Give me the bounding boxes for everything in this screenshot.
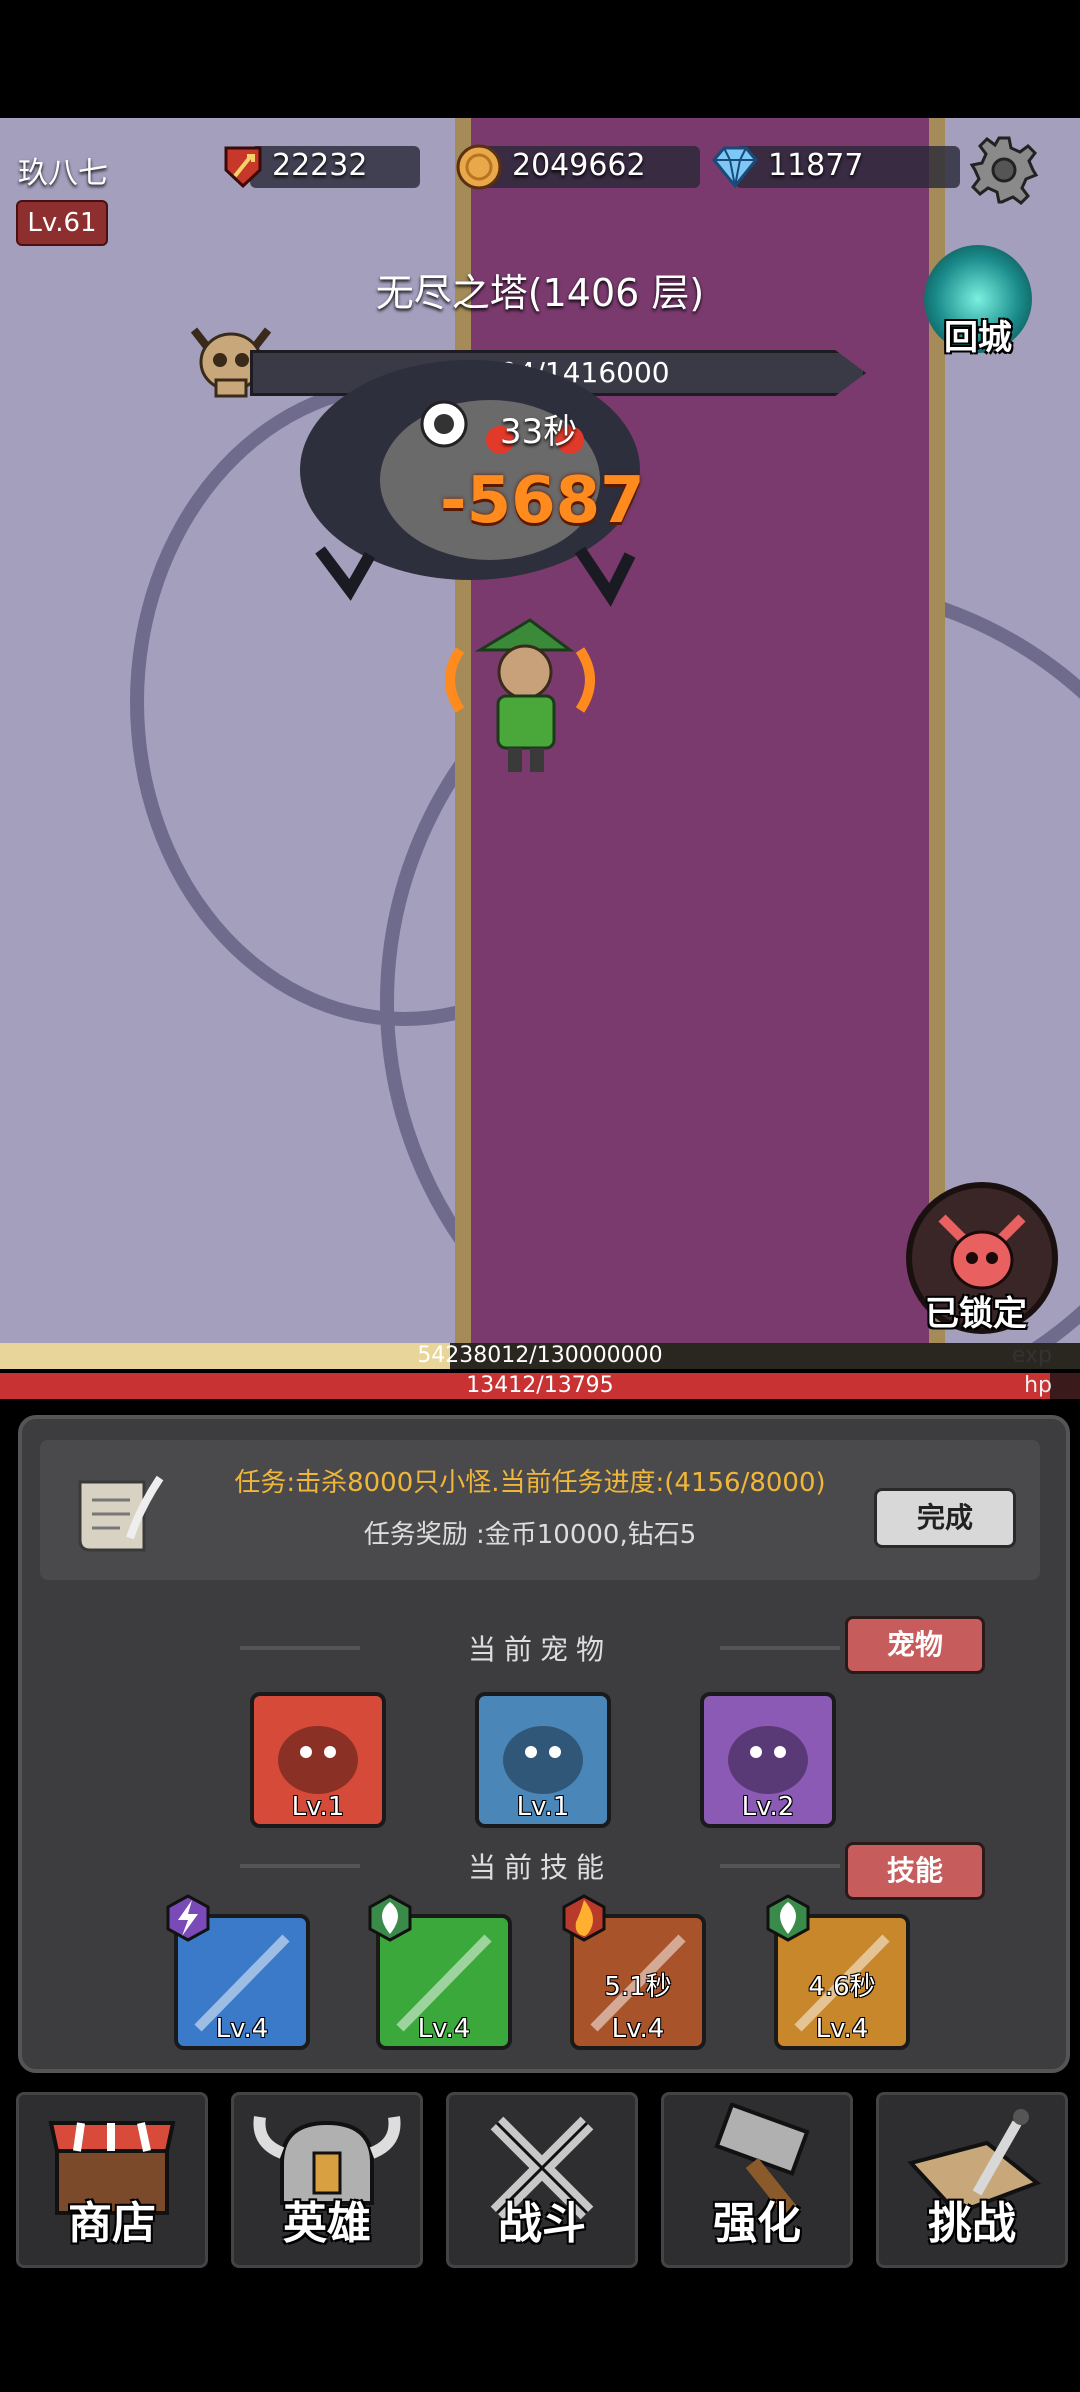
boss-monster[interactable] (280, 310, 660, 610)
skills-button[interactable]: 技能 (845, 1842, 985, 1900)
player-level-badge: Lv.61 (16, 200, 108, 246)
settings-gear-icon[interactable] (968, 134, 1040, 206)
exp-text: 54238012/130000000 (417, 1343, 663, 1368)
fire-icon (560, 1894, 608, 1942)
hero-archer (430, 610, 610, 780)
nav-label: 战斗 (498, 2198, 586, 2249)
pet-card[interactable]: Lv.2 (700, 1692, 836, 1828)
quest-task-text: 任务:击杀8000只小怪.当前任务进度:(4156/8000) (234, 1468, 826, 1498)
hp-text: 13412/13795 (466, 1373, 614, 1398)
diamond-icon (710, 144, 760, 190)
pet-level: Lv.2 (741, 1792, 795, 1822)
pet-level: Lv.1 (291, 1792, 345, 1822)
locked-label[interactable]: 已锁定 (896, 1286, 1056, 1335)
stage-title: 无尽之塔(1406 层) (375, 271, 705, 315)
pets-button[interactable]: 宠物 (845, 1616, 985, 1674)
divider-left (240, 1864, 360, 1868)
nav-tab[interactable]: 商店 (16, 2092, 208, 2268)
lightning-icon (164, 1894, 212, 1942)
skill-level: Lv.4 (215, 2014, 269, 2044)
leaf-icon (764, 1894, 812, 1942)
nav-tab[interactable]: 强化 (661, 2092, 853, 2268)
power-value: 22232 (272, 148, 368, 183)
quest-reward-text: 任务奖励 :金币10000,钻石5 (363, 1520, 697, 1550)
skill-level: Lv.4 (815, 2014, 869, 2044)
scroll-quill-icon (70, 1468, 170, 1564)
skill-cooldown: 4.6秒 (808, 1972, 876, 2002)
pets-section-title: 当前宠物 (467, 1633, 612, 1666)
skill-level: Lv.4 (611, 2014, 665, 2044)
exp-tag: exp (1011, 1343, 1052, 1368)
leaf-icon (366, 1894, 414, 1942)
diamond-value: 11877 (768, 148, 864, 183)
boss-timer: 33秒 (500, 412, 578, 452)
player-name: 玖八七 (18, 156, 108, 191)
nav-tab[interactable]: 挑战 (876, 2092, 1068, 2268)
skill-level: Lv.4 (417, 2014, 471, 2044)
sword-shield-icon (220, 144, 266, 190)
divider-left (240, 1646, 360, 1650)
damage-number: -5687 (440, 464, 645, 538)
nav-tab[interactable]: 英雄 (231, 2092, 423, 2268)
hp-bar: 13412/13795 hp (0, 1373, 1080, 1399)
nav-label: 商店 (68, 2198, 156, 2249)
divider-right (720, 1864, 840, 1868)
divider-right (720, 1646, 840, 1650)
exp-bar: 54238012/130000000 exp (0, 1343, 1080, 1369)
nav-label: 英雄 (283, 2198, 371, 2249)
gold-value: 2049662 (512, 148, 646, 183)
hp-tag: hp (1024, 1373, 1052, 1398)
nav-label: 挑战 (928, 2198, 1016, 2249)
nav-tab[interactable]: 战斗 (446, 2092, 638, 2268)
pet-card[interactable]: Lv.1 (475, 1692, 611, 1828)
skills-section-title: 当前技能 (467, 1851, 612, 1884)
pet-level: Lv.1 (516, 1792, 570, 1822)
timer-icon (420, 400, 468, 448)
nav-label: 强化 (713, 2198, 801, 2249)
return-city-label[interactable]: 回城 (900, 310, 1056, 359)
skill-cooldown: 5.1秒 (604, 1972, 672, 2002)
gold-coin-icon (454, 142, 504, 192)
complete-quest-button[interactable]: 完成 (874, 1488, 1016, 1548)
pet-card[interactable]: Lv.1 (250, 1692, 386, 1828)
